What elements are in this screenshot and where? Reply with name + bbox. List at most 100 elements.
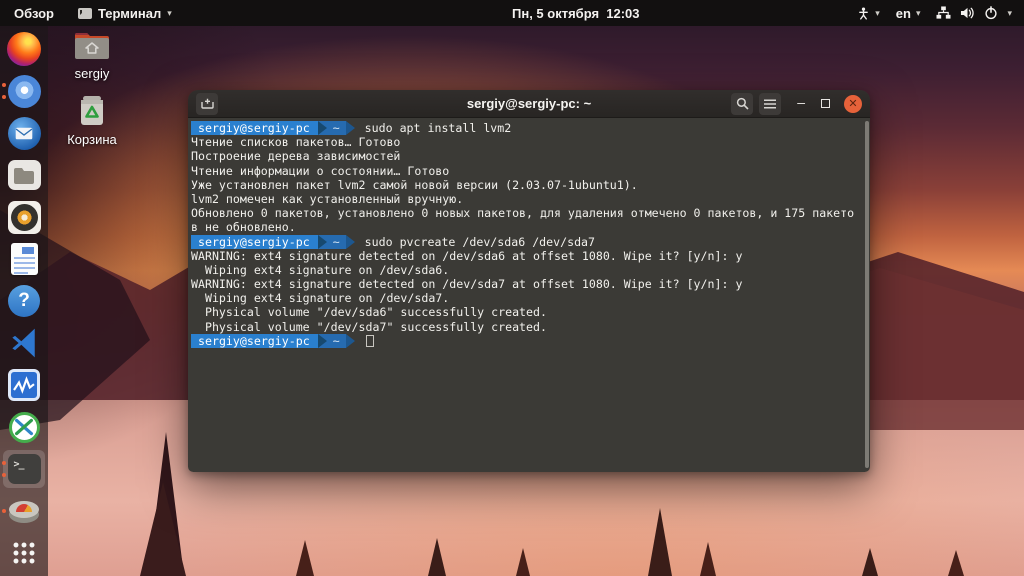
window-titlebar[interactable]: sergiy@sergiy-pc: ~ – ✕ [188,90,870,118]
dock-item-terminal[interactable]: >_ [0,448,48,490]
terminal-app-icon [78,8,92,19]
command-text: sudo apt install lvm2 [365,121,512,135]
dock-item-disk-utility[interactable] [0,490,48,532]
terminal-output-line: Уже установлен пакет lvm2 самой новой ве… [191,178,870,192]
terminal-prompt-line: sergiy@sergiy-pc ~ [191,334,870,348]
terminal-cursor [366,335,374,347]
firefox-icon [7,32,41,66]
new-tab-icon [201,98,214,109]
running-dot [2,95,6,99]
new-tab-button[interactable] [196,93,218,115]
desktop-icon-home-folder[interactable]: sergiy [56,28,128,81]
trash-icon [72,90,112,128]
terminal-output-line: WARNING: ext4 signature detected on /dev… [191,277,870,291]
accessibility-menu[interactable]: ▾ [857,0,880,26]
minimize-button[interactable]: – [797,94,805,110]
keyboard-layout-label: en [896,6,911,21]
top-bar: Обзор Терминал ▾ Пн, 5 октября 12:03 ▾ e… [0,0,1024,26]
search-button[interactable] [731,93,753,115]
help-icon: ? [8,285,40,317]
desktop-icon-label: sergiy [56,66,128,81]
system-monitor-icon [8,369,40,401]
dock-item-thunderbird[interactable] [0,112,48,154]
chevron-down-icon: ▾ [167,9,172,18]
powerline-separator-icon [318,121,327,135]
powerline-separator-icon [318,334,327,348]
dock-item-app-grid[interactable] [0,532,48,574]
terminal-output-line: Wiping ext4 signature on /dev/sda6. [191,263,870,277]
dock-item-help[interactable]: ? [0,280,48,322]
chromium-icon [8,75,41,108]
maximize-button[interactable] [821,99,830,108]
keyboard-layout-menu[interactable]: en ▾ [896,0,921,26]
disk-utility-icon [8,498,40,524]
dock: ? >_ [0,26,48,576]
vscode-icon [8,326,40,360]
dock-item-vscode[interactable] [0,322,48,364]
prompt-user-segment: sergiy@sergiy-pc [191,235,318,249]
chevron-down-icon: ▾ [916,9,921,18]
thunderbird-icon [8,117,41,150]
prompt-dir-segment: ~ [327,235,346,249]
running-dot [2,509,6,513]
dock-item-files[interactable] [0,154,48,196]
power-icon [984,6,998,20]
powerline-separator-icon [346,121,355,135]
app-menu-button[interactable]: Терминал ▾ [68,0,182,26]
powerline-separator-icon [346,334,355,348]
terminal-output-line: в не обновлено. [191,220,870,234]
crossed-arrows-app-icon [9,412,40,443]
question-mark-glyph: ? [18,290,30,312]
powerline-separator-icon [318,235,327,249]
close-button[interactable]: ✕ [844,95,862,113]
search-icon [736,97,749,110]
desktop-icon-label: Корзина [56,132,128,147]
prompt-user-segment: sergiy@sergiy-pc [191,121,318,135]
network-wired-icon [936,6,951,20]
terminal-screen[interactable]: sergiy@sergiy-pc ~ sudo apt install lvm2 Ч… [188,118,870,472]
prompt-dir-segment: ~ [327,121,346,135]
dock-item-chromium[interactable] [0,70,48,112]
running-dot [2,461,6,465]
app-grid-icon [12,541,36,565]
activities-button[interactable]: Обзор [0,0,68,26]
desktop-icon-trash[interactable]: Корзина [56,90,128,147]
terminal-output-line: Построение дерева зависимостей [191,149,870,163]
files-icon [8,160,41,190]
terminal-output-line: Чтение информации о состоянии… Готово [191,164,870,178]
terminal-output-line: WARNING: ext4 signature detected on /dev… [191,249,870,263]
terminal-scrollbar[interactable] [865,121,869,468]
terminal-output-line: Wiping ext4 signature on /dev/sda7. [191,291,870,305]
terminal-window: sergiy@sergiy-pc: ~ – ✕ s [188,90,870,472]
accessibility-icon [857,6,870,21]
dock-item-libreoffice-writer[interactable] [0,238,48,280]
close-icon: ✕ [848,97,857,110]
terminal-prompt-line: sergiy@sergiy-pc ~ sudo pvcreate /dev/sda6… [191,235,870,249]
dock-item-crossed-arrows-app[interactable] [0,406,48,448]
running-dot [2,473,6,477]
terminal-icon: >_ [8,454,41,484]
dock-item-system-monitor[interactable] [0,364,48,406]
system-menu[interactable]: ▾ [936,0,1012,26]
desktop-root: sergiy Корзина sergiy@sergiy-pc: ~ [0,0,1024,576]
prompt-user-segment: sergiy@sergiy-pc [191,334,318,348]
prompt-dir-segment: ~ [327,334,346,348]
rhythmbox-icon [8,201,41,234]
app-menu-label: Терминал [98,6,161,21]
dock-item-firefox[interactable] [0,28,48,70]
chevron-down-icon: ▾ [875,9,880,18]
command-text: sudo pvcreate /dev/sda6 /dev/sda7 [365,235,595,249]
menu-button[interactable] [759,93,781,115]
terminal-output-line: Обновлено 0 пакетов, установлено 0 новых… [191,206,870,220]
running-dot [2,83,6,87]
terminal-prompt-line: sergiy@sergiy-pc ~ sudo apt install lvm2 [191,121,870,135]
terminal-output-line: Physical volume "/dev/sda7" successfully… [191,320,870,334]
terminal-output-line: Physical volume "/dev/sda6" successfully… [191,305,870,319]
volume-icon [960,6,975,20]
dock-item-rhythmbox[interactable] [0,196,48,238]
terminal-output-line: Чтение списков пакетов… Готово [191,135,870,149]
chevron-down-icon: ▾ [1007,9,1012,18]
terminal-prompt-glyph: >_ [14,459,24,470]
home-folder-icon [72,28,112,62]
terminal-output-line: lvm2 помечен как установленный вручную. [191,192,870,206]
